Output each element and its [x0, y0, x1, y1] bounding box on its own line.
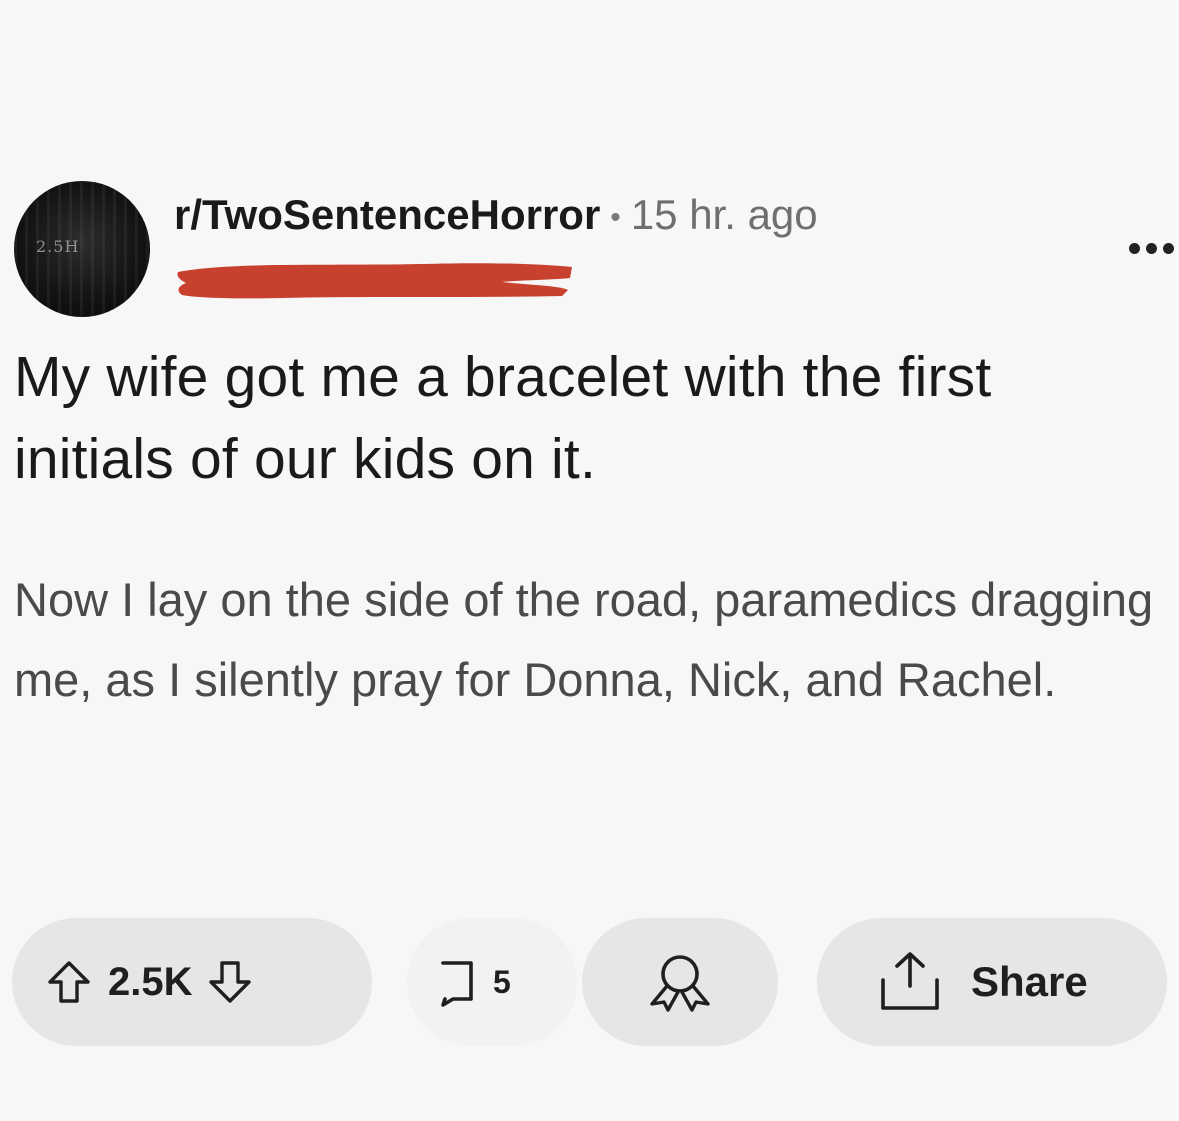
avatar-texture — [14, 181, 150, 317]
share-button[interactable]: Share — [817, 918, 1167, 1046]
more-options-button[interactable] — [1124, 236, 1178, 260]
vote-count: 2.5K — [108, 959, 193, 1004]
subreddit-avatar[interactable]: 2.5H — [14, 181, 150, 317]
post-page: 2.5H r/TwoSentenceHorror • 15 hr. ago My w… — [0, 0, 1179, 1121]
subreddit-name[interactable]: r/TwoSentenceHorror — [174, 191, 600, 238]
more-dots-icon — [1128, 242, 1140, 254]
comment-count: 5 — [493, 963, 511, 1000]
upvote-icon[interactable] — [46, 959, 92, 1005]
action-bar: 2.5K 5 Share — [12, 918, 1167, 1048]
post-body: Now I lay on the side of the road, param… — [14, 573, 1154, 706]
comment-bubble-icon — [435, 957, 481, 1007]
award-ribbon-icon — [642, 952, 718, 1012]
post-time: 15 hr. ago — [630, 191, 818, 238]
vote-pill: 2.5K — [12, 918, 372, 1046]
redacted-username — [177, 263, 572, 299]
post-header: 2.5H r/TwoSentenceHorror • 15 hr. ago — [12, 176, 1174, 317]
share-label: Share — [971, 958, 1088, 1005]
post-title[interactable]: My wife got me a bracelet with the first… — [14, 336, 1164, 500]
award-button[interactable] — [582, 918, 778, 1046]
meta-separator: • — [610, 200, 621, 234]
comments-button[interactable]: 5 — [407, 918, 577, 1046]
avatar-text: 2.5H — [36, 237, 80, 256]
post-meta: r/TwoSentenceHorror • 15 hr. ago — [174, 190, 818, 243]
more-dot — [1162, 242, 1174, 254]
downvote-icon[interactable] — [207, 959, 253, 1005]
more-dot — [1145, 242, 1157, 254]
share-upload-icon — [873, 950, 947, 1014]
